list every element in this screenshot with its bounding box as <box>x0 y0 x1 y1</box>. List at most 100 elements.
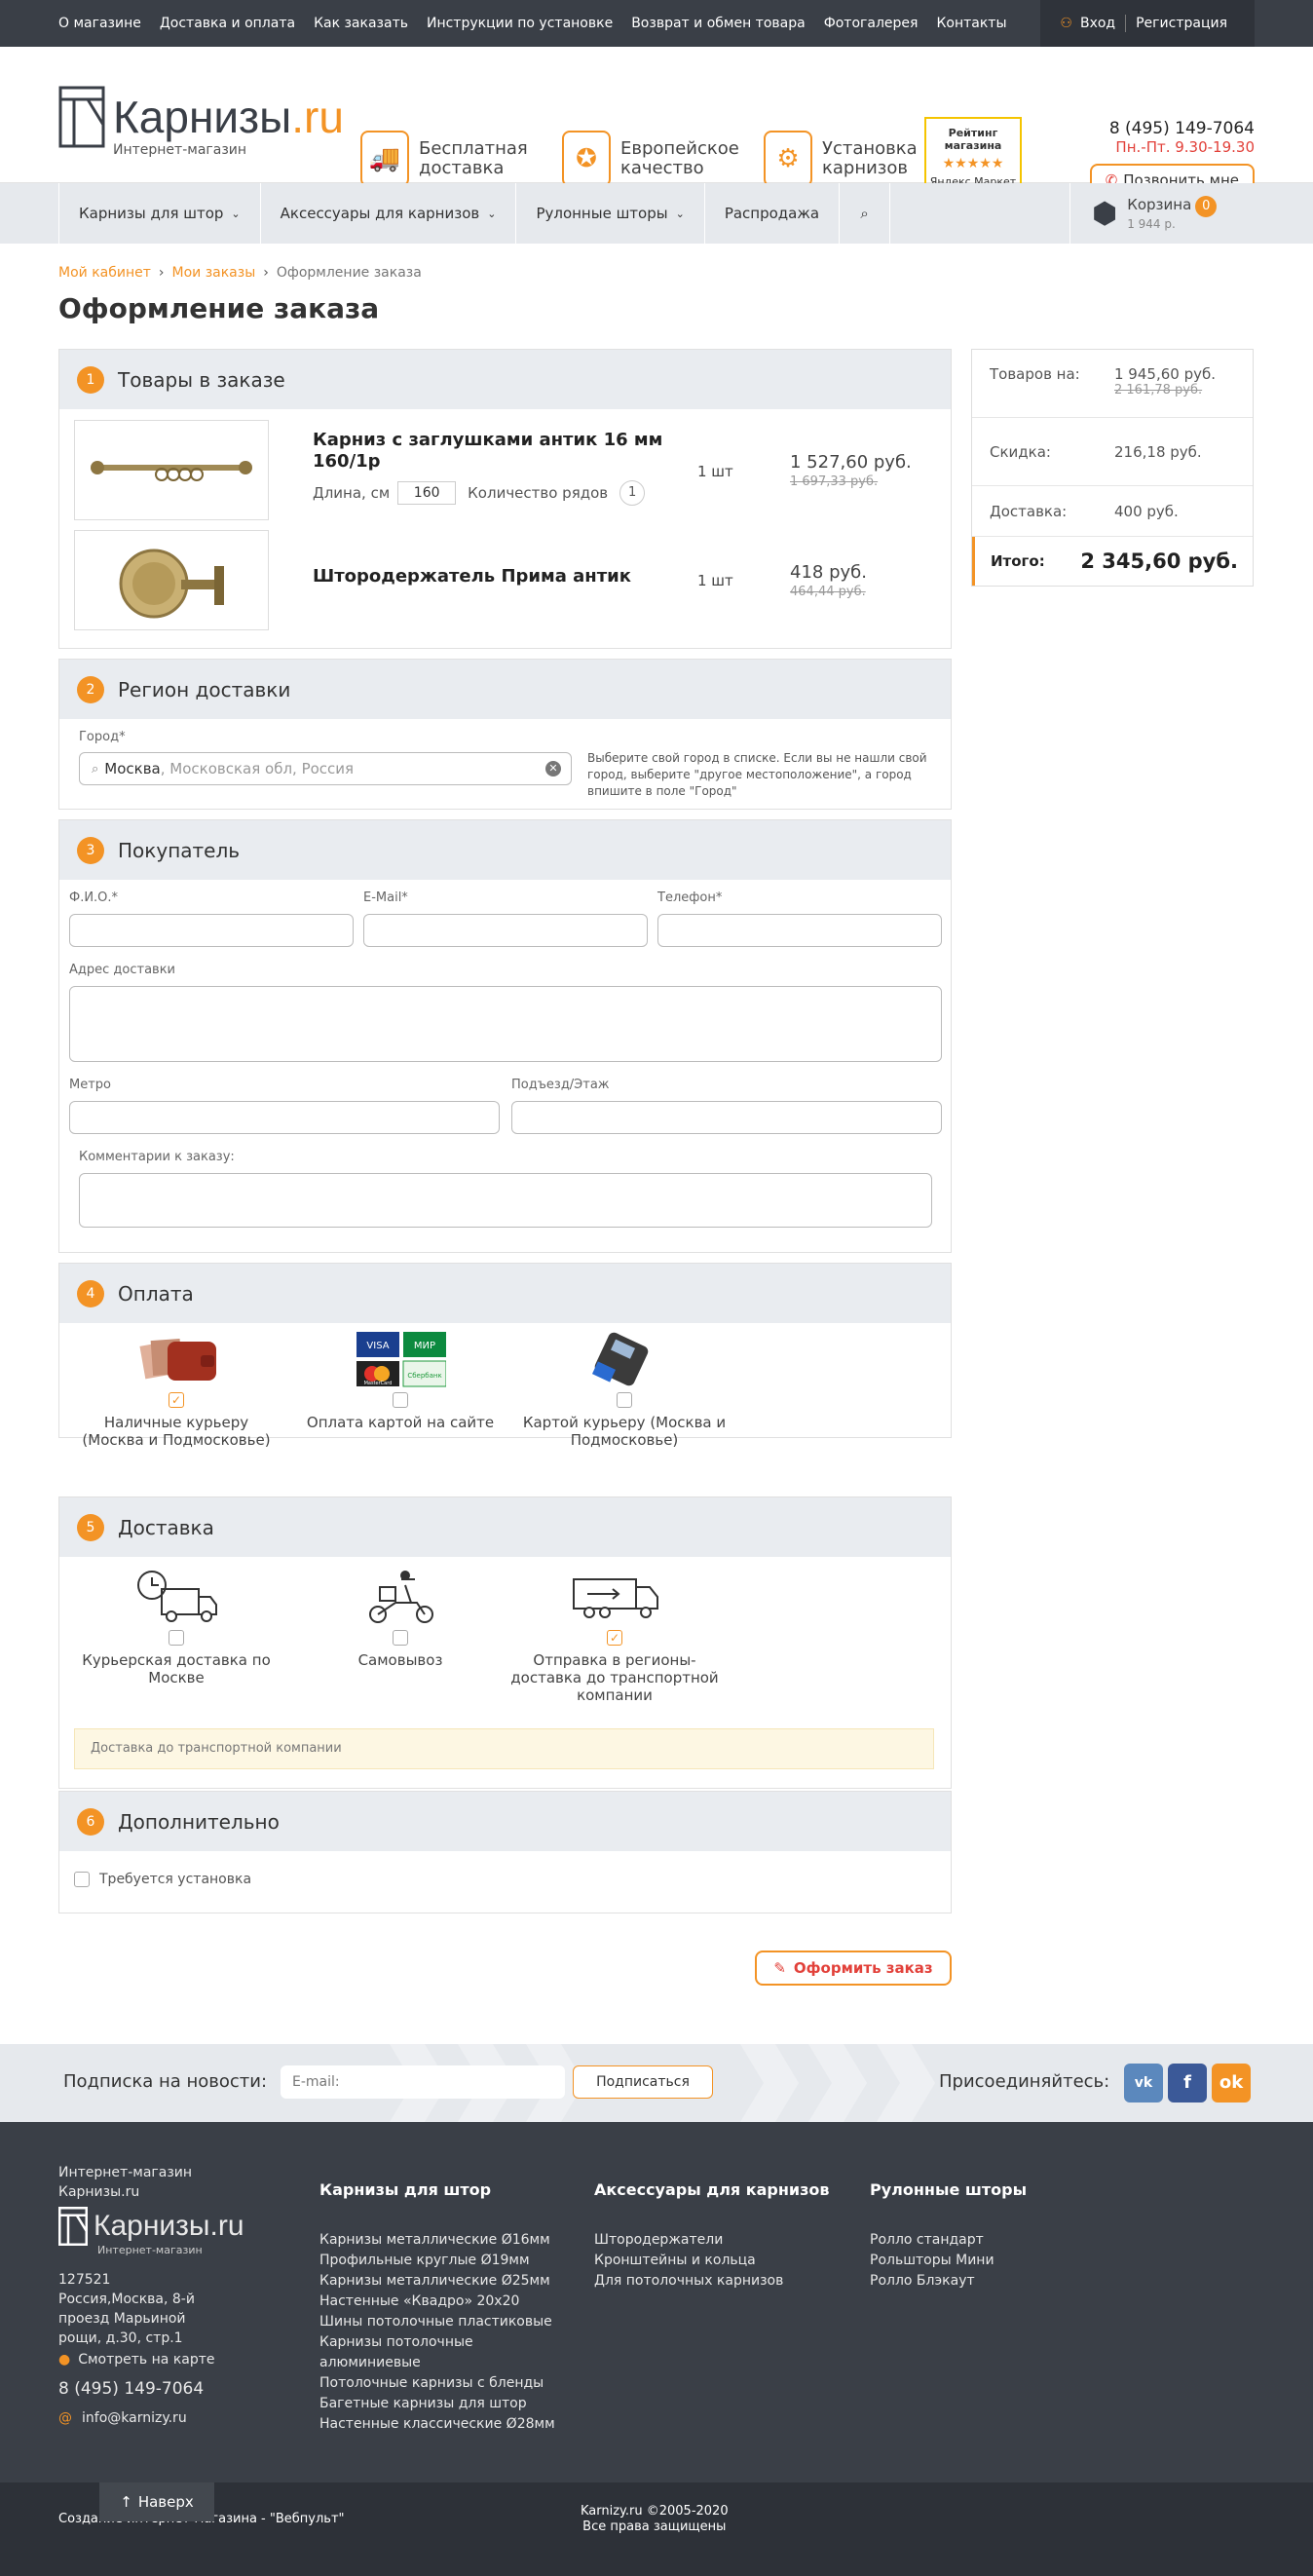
topnav-returns[interactable]: Возврат и обмен товара <box>631 16 805 31</box>
fio-input[interactable] <box>69 914 354 947</box>
section-title: Покупатель <box>118 838 241 862</box>
delivery-pickup-checkbox[interactable] <box>393 1630 408 1646</box>
product-image-rod[interactable] <box>74 420 269 520</box>
social-label: Присоединяйтесь: <box>939 2071 1110 2092</box>
footer-phone[interactable]: 8 (495) 149-7064 <box>58 2379 244 2399</box>
topnav-contacts[interactable]: Контакты <box>936 16 1006 31</box>
topnav-gallery[interactable]: Фотогалерея <box>824 16 919 31</box>
chevron-down-icon: ⌄ <box>487 207 497 220</box>
section-title: Регион доставки <box>118 677 291 701</box>
search-icon[interactable]: ⌕ <box>840 183 891 244</box>
subscribe-email-input[interactable]: E-mail: <box>281 2065 565 2099</box>
rows-count[interactable]: 1 <box>619 480 646 506</box>
clear-icon[interactable]: ✕ <box>545 761 561 777</box>
back-to-top-button[interactable]: ↑ Наверх <box>99 2482 214 2521</box>
breadcrumb-orders[interactable]: Мои заказы <box>172 265 256 281</box>
install-checkbox[interactable] <box>74 1872 90 1887</box>
phone-input[interactable] <box>657 914 942 947</box>
delivery-regions[interactable]: ✓ Отправка в регионы-доставка до транспо… <box>507 1566 722 1704</box>
product-image-holder[interactable] <box>74 530 269 630</box>
delivery-pickup[interactable]: Самовывоз <box>342 1566 459 1669</box>
page-title: Оформление заказа <box>58 292 380 324</box>
mainnav-curtain-rods[interactable]: Карнизы для штор ⌄ <box>58 183 261 244</box>
footer-col-accessories: Аксессуары для карнизов Штородержатели К… <box>594 2180 830 2289</box>
at-icon: @ <box>58 2410 72 2426</box>
logo-tld: .ru <box>291 92 344 142</box>
payment-card-online-checkbox[interactable] <box>393 1392 408 1408</box>
wallet-icon <box>139 1339 216 1381</box>
work-hours: Пн.-Пт. 9.30-19.30 <box>1115 138 1255 156</box>
payment-card-online[interactable]: VISA МИР MasterCard Сбербанк Оплата картой … <box>303 1330 498 1431</box>
install-option[interactable]: Требуется установка <box>74 1872 251 1887</box>
odnoklassniki-icon[interactable]: ok <box>1212 2064 1251 2102</box>
auth-panel: ⚇ Вход Регистрация <box>1040 0 1255 47</box>
lorry-icon <box>573 1578 658 1618</box>
header-phone[interactable]: 8 (495) 149-7064 <box>1090 119 1255 138</box>
facebook-icon[interactable]: f <box>1168 2064 1207 2102</box>
svg-text:МИР: МИР <box>414 1341 435 1351</box>
vk-icon[interactable]: vk <box>1124 2064 1163 2102</box>
logo-subtitle: Интернет-магазин <box>113 142 247 158</box>
payment-card-courier[interactable]: Картой курьеру (Москва и Подмосковье) <box>517 1330 732 1449</box>
breadcrumb: Мой кабинет › Мои заказы › Оформление заказа <box>58 265 422 281</box>
section-buyer: 3 Покупатель Ф.И.О.* E-Mail* Телефон* Адр… <box>58 819 952 1253</box>
svg-text:Сбербанк: Сбербанк <box>407 1372 441 1380</box>
length-field[interactable]: 160 <box>397 481 457 505</box>
cart-sum: 1 944 р. <box>1127 217 1176 231</box>
delivery-regions-checkbox[interactable]: ✓ <box>607 1630 622 1646</box>
entrance-label: Подъезд/Этаж <box>511 1078 610 1092</box>
place-order-button[interactable]: ✎ Оформить заказ <box>755 1951 952 1986</box>
register-link[interactable]: Регистрация <box>1136 16 1227 31</box>
summary-total: Итого: 2 345,60 руб. <box>972 537 1253 586</box>
svg-text:VISA: VISA <box>366 1341 389 1351</box>
topnav-how-to-order[interactable]: Как заказать <box>314 16 408 31</box>
city-input[interactable]: ⌕ Москва, Московская обл, Россия ✕ <box>79 752 572 785</box>
cart-widget[interactable]: ⬢ Корзина 0 1 944 р. <box>1069 183 1255 244</box>
delivery-courier-checkbox[interactable] <box>169 1630 184 1646</box>
feature-quality: ✪ Европейское качество <box>562 131 739 187</box>
section-region: 2 Регион доставки Город* ⌕ Москва, Москов… <box>58 659 952 810</box>
payment-card-courier-checkbox[interactable] <box>617 1392 632 1408</box>
map-link[interactable]: ● Смотреть на карте <box>58 2350 244 2369</box>
product-name[interactable]: Штородержатель Прима антик <box>313 566 683 587</box>
footer: Интернет-магазин Карнизы.ru Карнизы.ru Ин… <box>0 2122 1313 2482</box>
metro-input[interactable] <box>69 1101 500 1134</box>
login-link[interactable]: Вход <box>1080 16 1115 31</box>
payment-cash[interactable]: ✓ Наличные курьеру (Москва и Подмосковье… <box>79 1330 274 1449</box>
item-price: 418 руб. <box>790 562 867 583</box>
breadcrumb-current: Оформление заказа <box>276 265 422 281</box>
edit-icon: ✎ <box>773 1959 786 1977</box>
topnav-instructions[interactable]: Инструкции по установке <box>427 16 613 31</box>
comment-textarea[interactable] <box>79 1173 932 1228</box>
comment-label: Комментарии к заказу: <box>79 1150 235 1164</box>
footer-address: 127521 Россия,Москва, 8-й проезд Марьино… <box>58 2272 195 2346</box>
bottom-bar: Создание интернет-магазина - "Вебпульт" … <box>0 2482 1313 2576</box>
breadcrumb-cabinet[interactable]: Мой кабинет <box>58 265 151 281</box>
item-price: 1 527,60 руб. <box>790 452 912 473</box>
topnav-delivery[interactable]: Доставка и оплата <box>160 16 295 31</box>
user-icon: ⚇ <box>1060 16 1072 31</box>
site-logo[interactable]: Карнизы .ru Интернет-магазин <box>58 86 344 158</box>
entrance-input[interactable] <box>511 1101 942 1134</box>
product-name[interactable]: Карниз с заглушками антик 16 мм 160/1р <box>313 430 683 473</box>
mainnav-sale[interactable]: Распродажа <box>705 183 841 244</box>
payment-cash-checkbox[interactable]: ✓ <box>169 1392 184 1408</box>
pos-terminal-icon <box>591 1332 649 1386</box>
section-title: Дополнительно <box>118 1809 280 1834</box>
mainnav-accessories[interactable]: Аксессуары для карнизов ⌄ <box>261 183 517 244</box>
subscribe-button[interactable]: Подписаться <box>573 2065 713 2099</box>
delivery-truck-icon <box>137 1571 217 1622</box>
truck-icon: 🚚 <box>360 131 409 187</box>
topnav-about[interactable]: О магазине <box>58 16 141 31</box>
footer-email[interactable]: @ info@karnizy.ru <box>58 2408 244 2428</box>
summary-delivery: Доставка: 400 руб. <box>972 486 1253 537</box>
chevron-down-icon: ⌄ <box>675 207 685 220</box>
logo-name: Карнизы <box>113 92 292 142</box>
email-input[interactable] <box>363 914 648 947</box>
mainnav-roller-blinds[interactable]: Рулонные шторы ⌄ <box>516 183 705 244</box>
delivery-courier[interactable]: Курьерская доставка по Москве <box>79 1566 274 1686</box>
rating-stars: ★★★★★ <box>942 156 1004 171</box>
feature-installation: ⚙ Установка карнизов <box>764 131 918 187</box>
address-textarea[interactable] <box>69 986 942 1062</box>
email-label: E-Mail* <box>363 890 408 905</box>
